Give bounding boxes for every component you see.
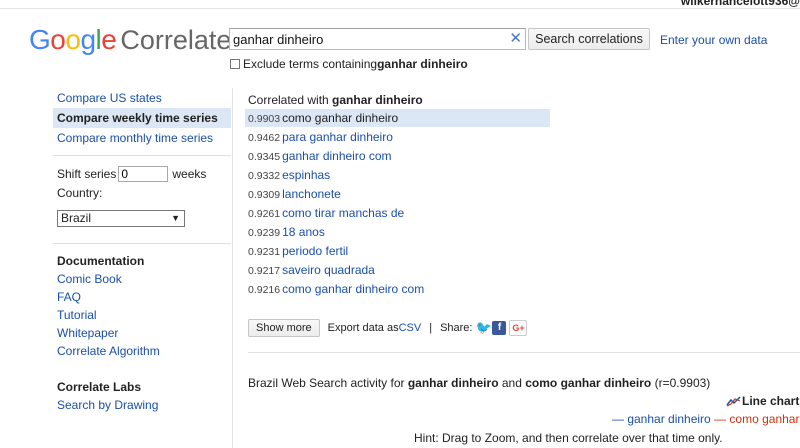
correlation-score: 0.9261 [248,208,281,220]
shift-unit: weeks [172,167,207,181]
result-row[interactable]: 0.9309 lanchonete [245,185,550,203]
correlated-term-link[interactable]: como ganhar dinheiro [282,111,398,125]
documentation-heading: Documentation [57,254,145,268]
sidebar-divider [53,155,231,156]
documentation-link[interactable]: FAQ [53,288,231,306]
legend-series-1: — ganhar dinheiro [612,412,711,426]
sidebar-item-compare[interactable]: Compare monthly time series [53,128,231,148]
result-row[interactable]: 0.9231 periodo fertil [245,242,550,260]
labs-links: Search by Drawing [53,396,231,414]
dropdown-arrow-icon: ▼ [171,213,180,223]
result-row[interactable]: 0.9462 para ganhar dinheiro [245,128,550,146]
correlation-score: 0.9903 [248,113,281,125]
search-box: ✕ [229,28,526,50]
documentation-link[interactable]: Correlate Algorithm [53,342,231,360]
result-row[interactable]: 0.9239 18 anos [245,223,550,241]
exclude-term: ganhar dinheiro [377,57,468,71]
exclude-label: Exclude terms containing [243,57,378,71]
twitter-icon[interactable]: 🐦 [475,321,492,335]
logo-letter: o [50,24,66,55]
sidebar-divider [53,243,231,244]
correlated-term-link[interactable]: como ganhar dinheiro com [282,282,424,296]
correlation-score: 0.9462 [248,132,281,144]
result-row[interactable]: 0.9261 como tirar manchas de [245,204,550,222]
shift-series-row: Shift series weeks [53,164,231,184]
results-list: 0.9903 como ganhar dinheiro 0.9462 para gan… [245,109,550,298]
logo-letter: e [101,24,117,55]
correlated-term-link[interactable]: para ganhar dinheiro [282,130,393,144]
logo-letter: o [65,24,81,55]
documentation-links: Comic Book FAQ Tutorial Whitepaper Correlate… [53,270,231,360]
legend-series-2: — como ganhar [714,412,800,426]
documentation-link[interactable]: Comic Book [53,270,231,288]
result-row[interactable]: 0.9903 como ganhar dinheiro [245,109,550,127]
correlation-score: 0.9332 [248,170,281,182]
toolbar-separator: | [429,322,433,334]
export-label: Export data as [327,322,399,334]
share-label: Share: [440,322,473,334]
zoom-hint: Hint: Drag to Zoom, and then correlate o… [414,431,723,445]
documentation-link[interactable]: Whitepaper [53,324,231,342]
line-chart-label: Line chart [742,394,800,408]
correlated-term-link[interactable]: periodo fertil [282,244,348,258]
chart-legend: — ganhar dinheiro — como ganhar [612,412,799,426]
correlation-score: 0.9309 [248,189,281,201]
logo-google-wordmark: Google [29,24,117,55]
exclude-checkbox[interactable] [230,59,240,69]
search-correlations-button[interactable]: Search correlations [528,28,650,50]
correlation-score: 0.9239 [248,227,281,239]
logo[interactable]: Google Correlate [29,24,231,58]
correlated-term-link[interactable]: ganhar dinheiro com [282,149,391,163]
logo-correlate-text: Correlate [120,25,232,55]
labs-link[interactable]: Search by Drawing [53,396,231,414]
correlation-score: 0.9231 [248,246,281,258]
correlated-term-link[interactable]: 18 anos [282,225,325,239]
chart-caption: Brazil Web Search activity for ganhar di… [248,376,711,390]
country-select[interactable]: Brazil ▼ [57,210,185,227]
sidebar-item-compare[interactable]: Compare weekly time series [53,108,231,128]
correlation-score: 0.9345 [248,151,281,163]
documentation-link[interactable]: Tutorial [53,306,231,324]
search-input[interactable] [230,29,503,49]
correlation-score: 0.9216 [248,284,281,296]
results-divider [248,352,800,353]
result-row[interactable]: 0.9216 como ganhar dinheiro com [245,280,550,298]
top-user[interactable]: wilkerhancelott936@ [681,0,800,8]
export-csv-link[interactable]: CSV [399,322,422,334]
correlation-score: 0.9217 [248,265,281,277]
correlated-term-link[interactable]: espinhas [282,168,330,182]
logo-letter: g [80,24,96,55]
shift-weeks-input[interactable] [118,166,169,182]
sidebar-item-compare[interactable]: Compare US states [53,88,231,108]
result-row[interactable]: 0.9345 ganhar dinheiro com [245,147,550,165]
correlated-term-link[interactable]: como tirar manchas de [282,206,404,220]
logo-letter: G [29,24,51,55]
result-row[interactable]: 0.9217 saveiro quadrada [245,261,550,279]
country-label: Country: [57,186,103,200]
enter-own-data-link[interactable]: Enter your own data [660,33,767,47]
show-more-button[interactable]: Show more [248,319,320,337]
sidebar-vertical-divider [232,88,233,448]
country-value: Brazil [61,211,92,225]
line-chart-icon [726,396,741,407]
facebook-icon[interactable]: f [492,321,507,335]
line-chart-toggle[interactable]: Line chart [726,394,799,408]
results-panel: Correlated with ganhar dinheiro 0.9903 co… [245,92,550,298]
results-heading: Correlated with ganhar dinheiro [248,93,423,107]
compare-list: Compare US states Compare weekly time ser… [53,88,231,148]
exclude-terms-row: Exclude terms containing ganhar dinheiro [230,57,468,71]
clear-icon[interactable]: ✕ [509,31,522,47]
top-divider [0,8,800,9]
shift-label: Shift series [57,167,117,181]
googleplus-icon[interactable]: G+ [509,320,528,336]
correlated-term-link[interactable]: saveiro quadrada [282,263,375,277]
correlated-term-link[interactable]: lanchonete [282,187,341,201]
labs-heading: Correlate Labs [57,380,142,394]
sidebar: Compare US states Compare weekly time ser… [53,88,231,414]
result-row[interactable]: 0.9332 espinhas [245,166,550,184]
results-toolbar: Show more Export data as CSV | Share: 🐦 … [248,319,528,337]
